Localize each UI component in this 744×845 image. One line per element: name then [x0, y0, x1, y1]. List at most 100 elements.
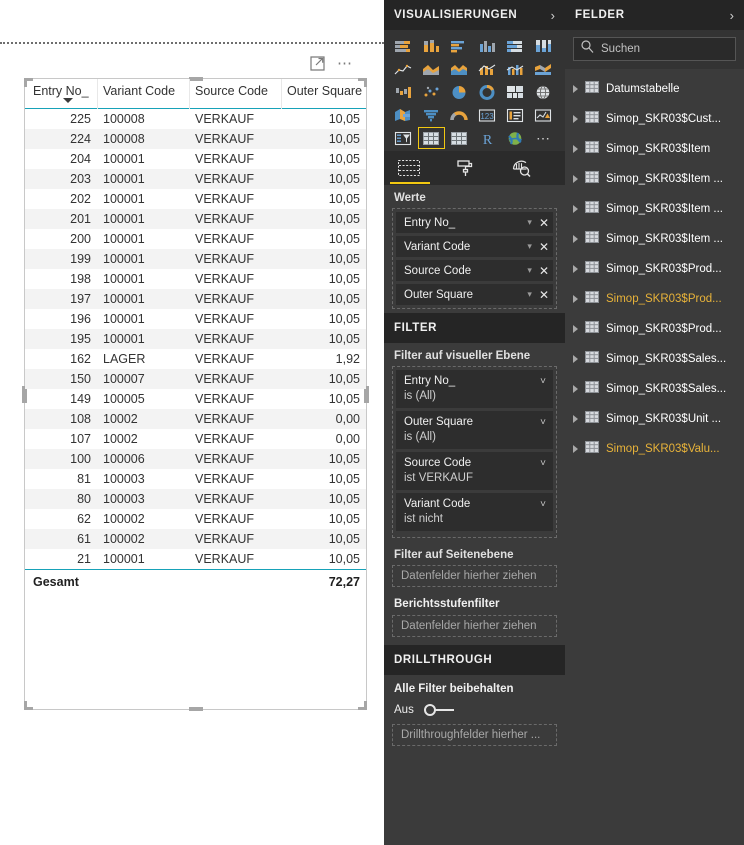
field-table-item[interactable]: Datumstabelle — [565, 74, 744, 104]
column-header-entry-no[interactable]: Entry No_ — [25, 79, 97, 98]
table-row[interactable]: 199 100001 VERKAUF 10,05 — [25, 249, 366, 269]
100-stacked-bar-chart-icon[interactable] — [502, 35, 529, 57]
chevron-right-icon[interactable]: › — [730, 8, 734, 23]
expand-arrow-icon[interactable] — [573, 295, 578, 303]
remove-field-icon[interactable]: ✕ — [539, 216, 549, 230]
table-icon[interactable] — [418, 127, 445, 149]
donut-chart-icon[interactable] — [474, 81, 501, 103]
field-table-item[interactable]: Simop_SKR03$Item ... — [565, 194, 744, 224]
table-row[interactable]: 61 100002 VERKAUF 10,05 — [25, 529, 366, 549]
100-stacked-column-chart-icon[interactable] — [530, 35, 557, 57]
visual-filter-card[interactable]: Outer Square is (All) ˅ — [396, 411, 553, 449]
chevron-down-icon[interactable]: ˅ — [540, 376, 546, 387]
expand-arrow-icon[interactable] — [573, 265, 578, 273]
visual-level-filter-well[interactable]: Entry No_ is (All) ˅ Outer Square is (All) ˅ S… — [392, 366, 557, 538]
clustered-bar-chart-icon[interactable] — [446, 35, 473, 57]
scatter-chart-icon[interactable] — [418, 81, 445, 103]
chevron-down-icon[interactable]: ˅ — [540, 417, 546, 428]
funnel-icon[interactable] — [418, 104, 445, 126]
visual-filter-card[interactable]: Source Code ist VERKAUF ˅ — [396, 452, 553, 490]
field-table-item[interactable]: Simop_SKR03$Item ... — [565, 224, 744, 254]
visual-filter-card[interactable]: Variant Code ist nicht ˅ — [396, 493, 553, 531]
page-level-filter-dropzone[interactable]: Datenfelder hierher ziehen — [392, 565, 557, 587]
table-row[interactable]: 81 100003 VERKAUF 10,05 — [25, 469, 366, 489]
multi-row-card-icon[interactable] — [502, 104, 529, 126]
field-table-item[interactable]: Simop_SKR03$Item — [565, 134, 744, 164]
format-tab[interactable] — [448, 153, 482, 183]
analytics-tab[interactable] — [504, 153, 538, 183]
area-chart-icon[interactable] — [418, 58, 445, 80]
chevron-down-icon[interactable]: ˅ — [540, 458, 546, 469]
table-row[interactable]: 225 100008 VERKAUF 10,05 — [25, 109, 366, 129]
field-table-item[interactable]: Simop_SKR03$Valu... — [565, 434, 744, 464]
table-row[interactable]: 196 100001 VERKAUF 10,05 — [25, 309, 366, 329]
keep-all-filters-toggle[interactable] — [423, 704, 456, 716]
filled-map-icon[interactable] — [390, 104, 417, 126]
chevron-right-icon[interactable]: › — [551, 8, 555, 23]
chevron-down-icon[interactable]: ˅ — [540, 499, 546, 510]
table-row[interactable]: 195 100001 VERKAUF 10,05 — [25, 329, 366, 349]
stacked-column-chart-icon[interactable] — [418, 35, 445, 57]
field-table-item[interactable]: Simop_SKR03$Prod... — [565, 314, 744, 344]
r-script-visual-icon[interactable]: R — [474, 127, 501, 149]
kpi-icon[interactable] — [530, 104, 557, 126]
arcgis-map-icon[interactable] — [502, 127, 529, 149]
table-row[interactable]: 100 100006 VERKAUF 10,05 — [25, 449, 366, 469]
table-row[interactable]: 162 LAGER VERKAUF 1,92 — [25, 349, 366, 369]
matrix-icon[interactable] — [446, 127, 473, 149]
report-canvas[interactable]: ⋯ Entry No_ Variant Code Source Code Out… — [0, 0, 384, 845]
value-field-pill[interactable]: Variant Code ▾ ✕ — [396, 236, 553, 257]
drillthrough-dropzone[interactable]: Drillthroughfelder hierher ... — [392, 724, 557, 746]
expand-arrow-icon[interactable] — [573, 115, 578, 123]
slicer-icon[interactable] — [390, 127, 417, 149]
waterfall-chart-icon[interactable] — [390, 81, 417, 103]
stacked-area-chart-icon[interactable] — [446, 58, 473, 80]
chevron-down-icon[interactable]: ▾ — [527, 241, 532, 252]
ribbon-chart-icon[interactable] — [530, 58, 557, 80]
resize-handle-bottom-left[interactable] — [24, 701, 33, 710]
visual-filter-card[interactable]: Entry No_ is (All) ˅ — [396, 370, 553, 408]
card-icon[interactable]: 123 — [474, 104, 501, 126]
resize-handle-bottom[interactable] — [188, 707, 203, 711]
chevron-down-icon[interactable]: ▾ — [527, 289, 532, 300]
expand-arrow-icon[interactable] — [573, 445, 578, 453]
table-visual[interactable]: Entry No_ Variant Code Source Code Outer… — [22, 77, 369, 711]
pie-chart-icon[interactable] — [446, 81, 473, 103]
resize-handle-bottom-right[interactable] — [358, 701, 367, 710]
field-table-item[interactable]: Simop_SKR03$Cust... — [565, 104, 744, 134]
expand-arrow-icon[interactable] — [573, 235, 578, 243]
table-row[interactable]: 200 100001 VERKAUF 10,05 — [25, 229, 366, 249]
values-well[interactable]: Entry No_ ▾ ✕ Variant Code ▾ ✕ Source Code ▾ ✕ Ou… — [392, 208, 557, 309]
table-row[interactable]: 198 100001 VERKAUF 10,05 — [25, 269, 366, 289]
treemap-icon[interactable] — [502, 81, 529, 103]
expand-arrow-icon[interactable] — [573, 205, 578, 213]
column-header-source-code[interactable]: Source Code — [189, 79, 281, 98]
field-table-item[interactable]: Simop_SKR03$Sales... — [565, 374, 744, 404]
table-row[interactable]: 80 100003 VERKAUF 10,05 — [25, 489, 366, 509]
table-row[interactable]: 62 100002 VERKAUF 10,05 — [25, 509, 366, 529]
fields-tab[interactable] — [392, 153, 426, 183]
line-chart-icon[interactable] — [390, 58, 417, 80]
expand-arrow-icon[interactable] — [573, 175, 578, 183]
value-field-pill[interactable]: Source Code ▾ ✕ — [396, 260, 553, 281]
map-icon[interactable] — [530, 81, 557, 103]
clustered-column-chart-icon[interactable] — [474, 35, 501, 57]
more-options-icon[interactable]: ⋯ — [337, 56, 354, 71]
table-row[interactable]: 150 100007 VERKAUF 10,05 — [25, 369, 366, 389]
field-table-item[interactable]: Simop_SKR03$Sales... — [565, 344, 744, 374]
chevron-down-icon[interactable]: ▾ — [527, 217, 532, 228]
expand-arrow-icon[interactable] — [573, 415, 578, 423]
chevron-down-icon[interactable]: ▾ — [527, 265, 532, 276]
fields-search-box[interactable]: Suchen — [573, 37, 736, 61]
report-level-filter-dropzone[interactable]: Datenfelder hierher ziehen — [392, 615, 557, 637]
table-row[interactable]: 197 100001 VERKAUF 10,05 — [25, 289, 366, 309]
table-row[interactable]: 108 10002 VERKAUF 0,00 — [25, 409, 366, 429]
table-row[interactable]: 224 100008 VERKAUF 10,05 — [25, 129, 366, 149]
table-row[interactable]: 21 100001 VERKAUF 10,05 — [25, 549, 366, 569]
remove-field-icon[interactable]: ✕ — [539, 264, 549, 278]
focus-mode-icon[interactable] — [310, 56, 325, 71]
field-table-item[interactable]: Simop_SKR03$Prod... — [565, 254, 744, 284]
column-header-variant-code[interactable]: Variant Code — [97, 79, 189, 98]
line-clustered-column-chart-icon[interactable] — [502, 58, 529, 80]
table-row[interactable]: 204 100001 VERKAUF 10,05 — [25, 149, 366, 169]
